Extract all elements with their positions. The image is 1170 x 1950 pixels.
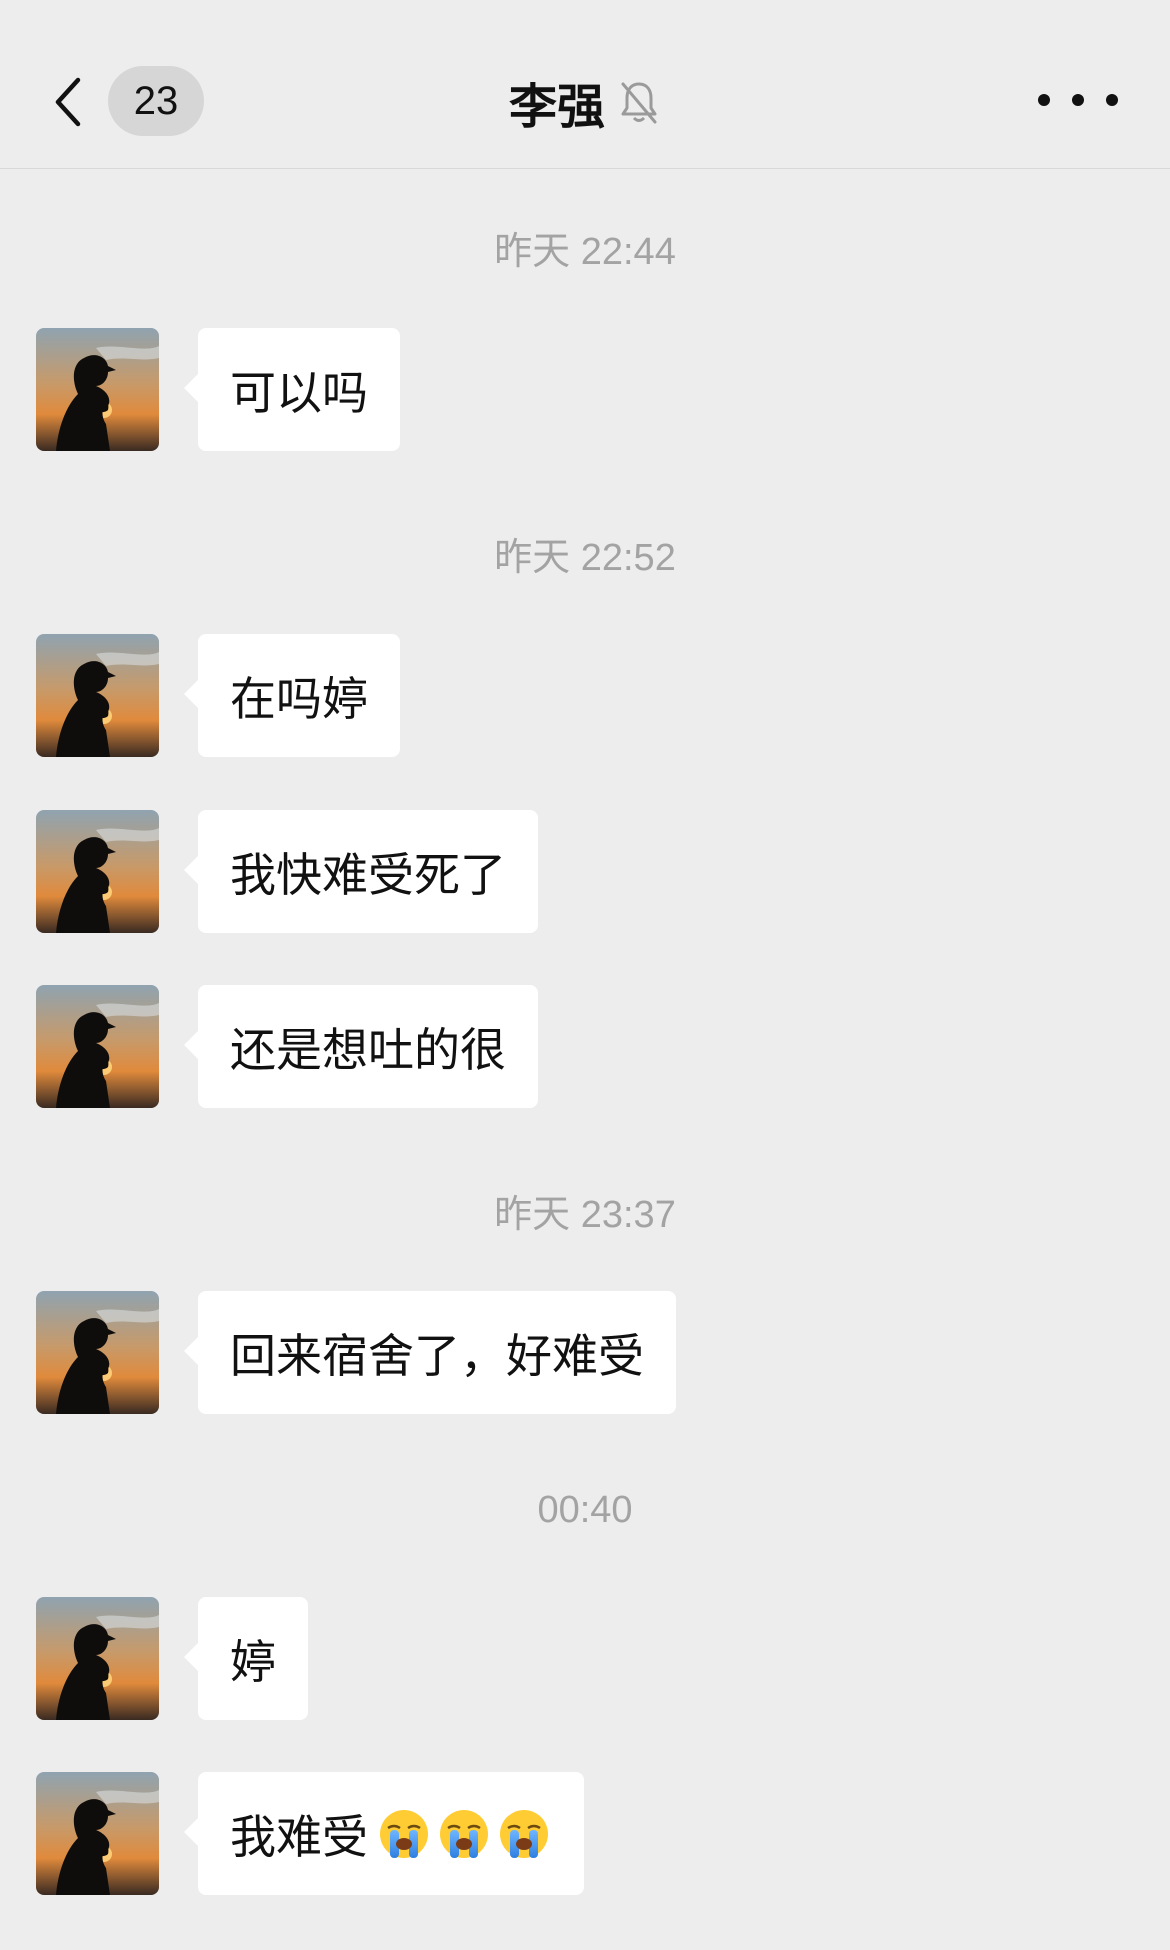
back-button[interactable] [38, 64, 98, 140]
message-bubble[interactable]: 我快难受死了 [184, 810, 538, 933]
message-text: 我难受 [230, 1809, 368, 1864]
message-text: 婷 [230, 1634, 276, 1689]
timestamp: 昨天 22:52 [494, 537, 676, 579]
crying-face-icon [496, 1806, 552, 1862]
bell-muted-icon [621, 82, 657, 124]
timestamp: 00:40 [537, 1489, 633, 1531]
more-dots-icon [1106, 94, 1118, 106]
avatar[interactable] [36, 1597, 159, 1720]
chat-title[interactable]: 李强 [509, 67, 605, 137]
unread-count-badge[interactable]: 23 [108, 66, 204, 136]
avatar[interactable] [36, 1772, 159, 1895]
avatar[interactable] [36, 985, 159, 1108]
emoji-group [372, 1806, 552, 1862]
more-dots-icon [1072, 94, 1084, 106]
message-text: 我快难受死了 [230, 847, 506, 902]
nav-bar: 23 李强 [0, 0, 1170, 169]
message-bubble[interactable]: 可以吗 [184, 328, 400, 451]
timestamp: 昨天 22:44 [494, 231, 676, 273]
avatar[interactable] [36, 328, 159, 451]
message-text: 在吗婷 [230, 671, 368, 726]
message-text: 还是想吐的很 [230, 1022, 506, 1077]
chevron-left-icon [55, 77, 81, 127]
message-text: 回来宿舍了，好难受 [230, 1328, 644, 1383]
message-bubble[interactable]: 回来宿舍了，好难受 [184, 1291, 676, 1414]
message-bubble[interactable]: 还是想吐的很 [184, 985, 538, 1108]
message-text: 可以吗 [230, 365, 368, 420]
timestamp: 昨天 23:37 [494, 1194, 676, 1236]
message-bubble[interactable]: 在吗婷 [184, 634, 400, 757]
message-bubble[interactable]: 婷 [184, 1597, 308, 1720]
crying-face-icon [376, 1806, 432, 1862]
crying-face-icon [436, 1806, 492, 1862]
avatar[interactable] [36, 634, 159, 757]
avatar[interactable] [36, 1291, 159, 1414]
avatar[interactable] [36, 810, 159, 933]
more-dots-icon [1038, 94, 1050, 106]
more-button[interactable] [1038, 80, 1118, 120]
message-bubble[interactable]: 我难受 [184, 1772, 584, 1895]
